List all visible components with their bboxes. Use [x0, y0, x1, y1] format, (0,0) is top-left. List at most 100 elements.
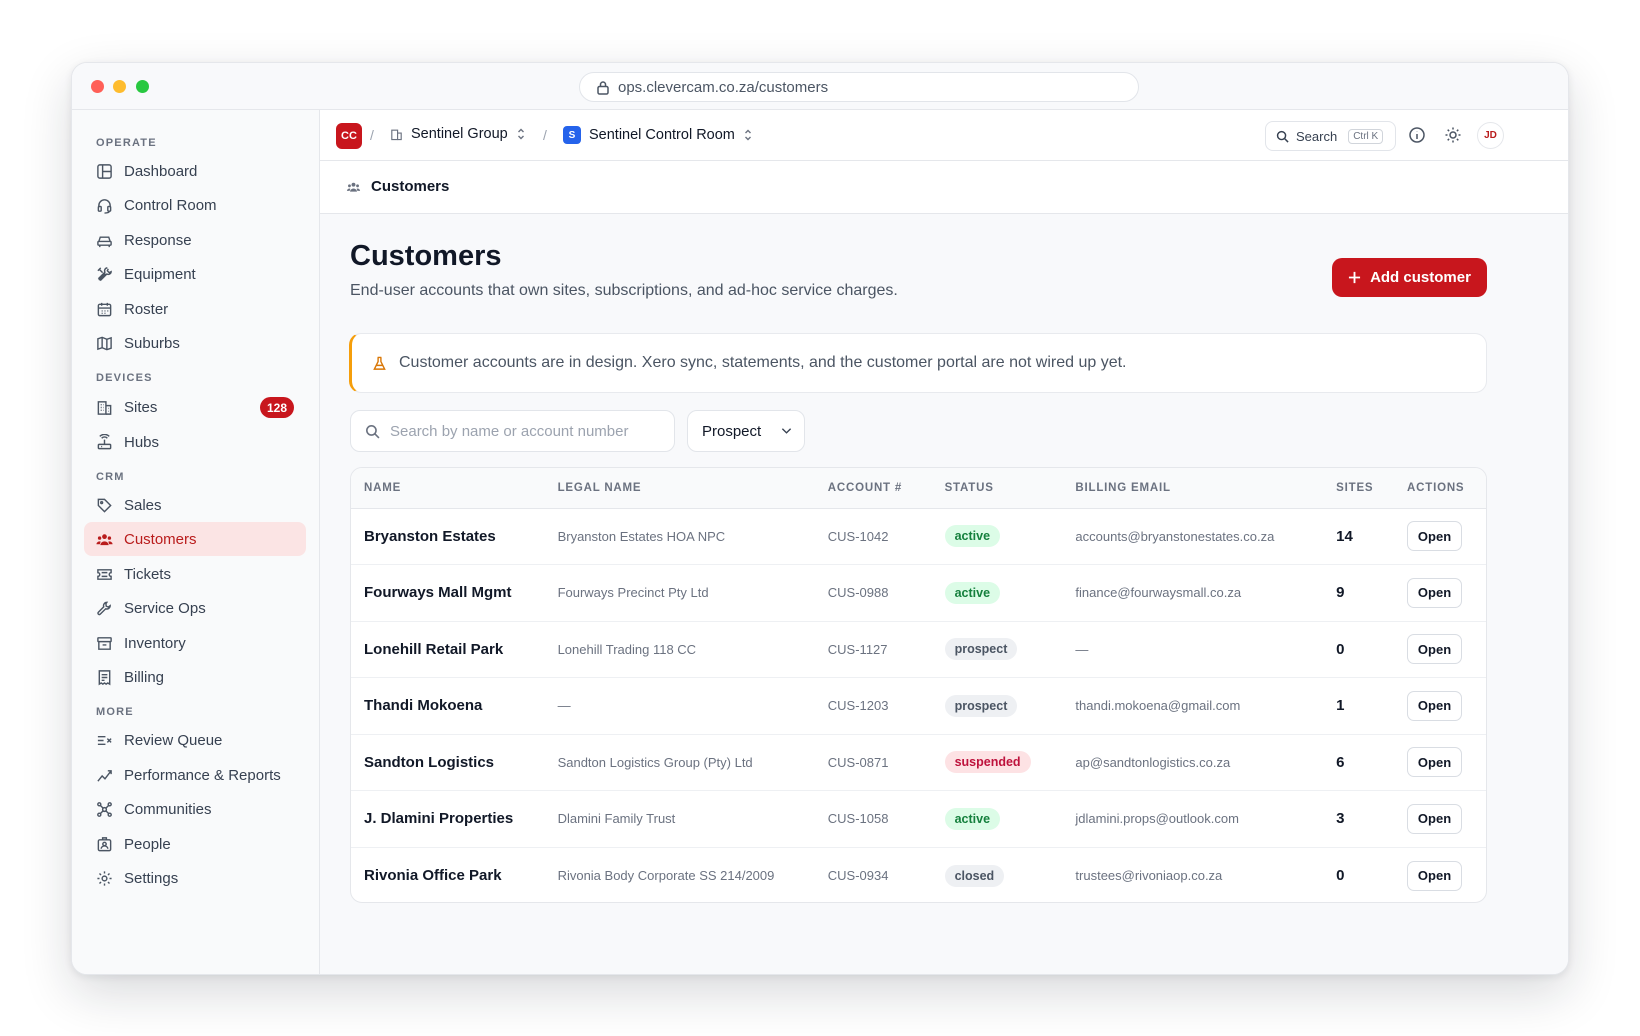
minimize-window-button[interactable] [113, 80, 126, 93]
column-header-legal-name[interactable]: LEGAL NAME [557, 468, 828, 509]
user-avatar[interactable]: JD [1477, 122, 1504, 149]
status-cell: suspended [944, 734, 1076, 791]
receipt-icon [98, 669, 111, 685]
legal-name: Bryanston Estates HOA NPC [557, 508, 828, 565]
sidebar-item-label: Review Queue [124, 731, 223, 749]
status-cell: prospect [944, 677, 1076, 735]
actions-cell: Open [1407, 790, 1486, 848]
sidebar-item-response[interactable]: Response [84, 223, 306, 257]
sidebar-item-tickets[interactable]: Tickets [84, 557, 306, 591]
customer-search-input[interactable] [390, 422, 660, 440]
sidebar-item-people[interactable]: People [84, 827, 306, 861]
column-header-billing-email[interactable]: BILLING EMAIL [1075, 468, 1337, 509]
open-button[interactable]: Open [1407, 577, 1463, 608]
sidebar-item-label: People [124, 835, 171, 853]
table-row[interactable]: J. Dlamini Properties Dlamini Family Tru… [351, 790, 1486, 848]
column-header-name[interactable]: NAME [351, 468, 558, 509]
sidebar-item-hubs[interactable]: Hubs [84, 425, 306, 459]
billing-email: — [1075, 621, 1337, 678]
lock-icon [597, 80, 609, 95]
sidebar-item-inventory[interactable]: Inventory [84, 626, 306, 660]
sites-count: 3 [1336, 790, 1408, 848]
open-button[interactable]: Open [1407, 521, 1463, 552]
open-button[interactable]: Open [1407, 690, 1463, 721]
status-badge: active [944, 581, 1001, 604]
sidebar-item-label: Settings [124, 869, 179, 887]
actions-cell: Open [1407, 508, 1486, 565]
chevron-updown-icon [744, 129, 751, 141]
info-icon[interactable] [1408, 126, 1426, 144]
network-icon [97, 801, 112, 817]
sidebar-item-communities[interactable]: Communities [84, 792, 306, 826]
sidebar-item-review-queue[interactable]: Review Queue [84, 723, 306, 757]
open-button[interactable]: Open [1407, 803, 1463, 834]
org-switcher[interactable]: Sentinel Group [390, 126, 526, 142]
table-row[interactable]: Bryanston Estates Bryanston Estates HOA … [351, 508, 1486, 565]
status-badge: prospect [944, 694, 1018, 717]
customer-name: Rivonia Office Park [364, 867, 502, 884]
sidebar-item-performance-reports[interactable]: Performance & Reports [84, 758, 306, 792]
maximize-window-button[interactable] [136, 80, 149, 93]
status-cell: closed [944, 847, 1076, 902]
sidebar-item-control-room[interactable]: Control Room [84, 188, 306, 222]
ticket-icon [97, 568, 112, 580]
sidebar-item-sites[interactable]: Sites 128 [84, 390, 306, 424]
topbar: CC / Sentinel Group / S Sentinel Control… [320, 110, 1568, 161]
sidebar-item-billing[interactable]: Billing [84, 660, 306, 694]
sidebar: OPERATE Dashboard Control Room Response … [72, 110, 320, 974]
breadcrumb-separator: / [370, 127, 374, 143]
table-row[interactable]: Thandi Mokoena — CUS-1203 prospect thand… [351, 677, 1486, 735]
column-header-actions: ACTIONS [1407, 468, 1486, 509]
sidebar-item-roster[interactable]: Roster [84, 292, 306, 326]
address-bar[interactable]: ops.clevercam.co.za/customers [579, 72, 1139, 102]
sun-icon[interactable] [1444, 126, 1462, 144]
open-button[interactable]: Open [1407, 634, 1463, 665]
section-label-crm: CRM [96, 471, 125, 483]
table-header-row: NAME LEGAL NAME ACCOUNT # STATUS BILLING… [351, 468, 1486, 509]
org-logo-crumb[interactable]: CC [336, 123, 362, 149]
table-row[interactable]: Sandton Logistics Sandton Logistics Grou… [351, 734, 1486, 791]
actions-cell: Open [1407, 734, 1486, 791]
status-filter-select[interactable]: Prospect [687, 410, 805, 452]
billing-email: jdlamini.props@outlook.com [1075, 790, 1337, 848]
sidebar-item-settings[interactable]: Settings [84, 861, 306, 895]
close-window-button[interactable] [91, 80, 104, 93]
account-number: CUS-1127 [827, 621, 945, 678]
sidebar-item-dashboard[interactable]: Dashboard [84, 154, 306, 188]
account-number: CUS-1203 [827, 677, 945, 735]
table-row[interactable]: Fourways Mall Mgmt Fourways Precinct Pty… [351, 564, 1486, 622]
users-icon [96, 533, 113, 545]
users-icon [346, 182, 361, 192]
sidebar-item-equipment[interactable]: Equipment [84, 257, 306, 291]
open-button[interactable]: Open [1407, 747, 1463, 778]
open-button[interactable]: Open [1407, 860, 1463, 891]
billing-email: trustees@rivoniaop.co.za [1075, 868, 1223, 883]
column-header-status[interactable]: STATUS [944, 468, 1076, 509]
sidebar-item-service-ops[interactable]: Service Ops [84, 591, 306, 625]
sidebar-item-suburbs[interactable]: Suburbs [84, 326, 306, 360]
add-customer-button[interactable]: Add customer [1332, 258, 1487, 297]
table-row[interactable]: Lonehill Retail Park Lonehill Trading 11… [351, 621, 1486, 678]
column-header-sites[interactable]: SITES [1336, 468, 1408, 509]
workspace-logo: S [563, 126, 581, 144]
main-content: CC / Sentinel Group / S Sentinel Control… [320, 110, 1568, 974]
global-search-button[interactable]: Search Ctrl K [1265, 121, 1396, 151]
account-number: CUS-0871 [827, 734, 945, 791]
column-header-account[interactable]: ACCOUNT # [827, 468, 945, 509]
account-number: CUS-1058 [827, 790, 945, 848]
page-title: Customers [350, 240, 502, 272]
workspace-switcher[interactable]: S Sentinel Control Room [563, 126, 753, 144]
table-row[interactable]: Rivonia Office Park Rivonia Body Corpora… [351, 847, 1486, 902]
tag-icon [97, 498, 112, 513]
add-customer-label: Add customer [1370, 269, 1471, 286]
customers-table-card: NAME LEGAL NAME ACCOUNT # STATUS BILLING… [350, 467, 1487, 903]
actions-cell: Open [1407, 677, 1486, 735]
section-label-more: MORE [96, 706, 134, 718]
sidebar-item-sales[interactable]: Sales [84, 488, 306, 522]
status-cell: active [944, 790, 1076, 848]
sidebar-item-customers[interactable]: Customers [84, 522, 306, 556]
archive-icon [97, 636, 112, 650]
car-icon [97, 235, 112, 247]
customer-search-field[interactable] [350, 410, 675, 452]
wrench-icon [97, 601, 111, 615]
